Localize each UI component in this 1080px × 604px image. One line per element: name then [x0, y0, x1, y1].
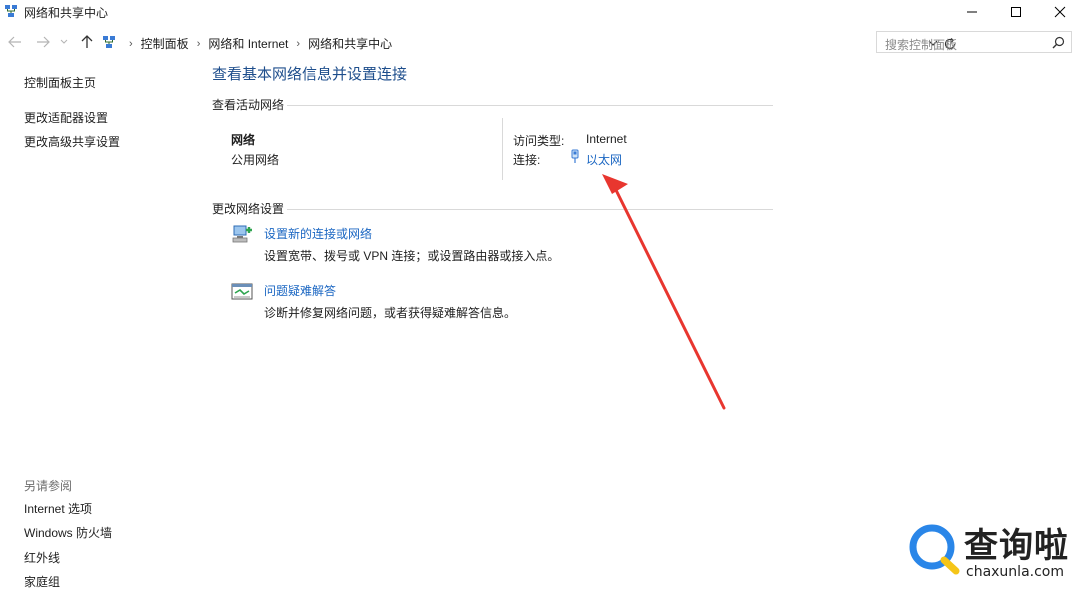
breadcrumb-network-internet[interactable]: 网络和 Internet — [208, 35, 288, 52]
forward-button[interactable] — [34, 31, 52, 53]
search-input[interactable]: 搜索控制面板 — [876, 31, 1072, 53]
setup-new-connection-description: 设置宽带、拨号或 VPN 连接；或设置路由器或接入点。 — [264, 249, 560, 263]
breadcrumb-separator-icon[interactable]: › — [129, 38, 133, 50]
access-type-value: Internet — [586, 132, 627, 146]
troubleshoot-description: 诊断并修复网络问题，或者获得疑难解答信息。 — [264, 306, 517, 320]
breadcrumb-separator-icon[interactable]: › — [197, 38, 201, 50]
see-also-windows-firewall[interactable]: Windows 防火墙 — [24, 524, 112, 541]
see-also-internet-options[interactable]: Internet 选项 — [24, 500, 92, 517]
recent-locations-chevron-icon[interactable] — [58, 31, 70, 53]
network-center-icon — [4, 4, 18, 18]
breadcrumb: › 控制面板 › 网络和 Internet › 网络和共享中心 — [121, 35, 392, 52]
watermark-chinese-text: 查询啦 — [964, 526, 1069, 566]
search-placeholder: 搜索控制面板 — [885, 38, 958, 52]
see-also-heading: 另请参阅 — [24, 479, 73, 493]
sidebar-item-advanced-sharing[interactable]: 更改高级共享设置 — [24, 133, 120, 150]
network-info-divider — [502, 118, 503, 180]
navigation-bar: › 控制面板 › 网络和 Internet › 网络和共享中心 搜索控制面板 — [0, 28, 1080, 56]
breadcrumb-network-sharing-center[interactable]: 网络和共享中心 — [308, 35, 392, 52]
annotation-arrow-icon — [602, 174, 726, 410]
watermark-logo: 查询啦 chaxunla.com — [906, 516, 1076, 586]
breadcrumb-separator-icon[interactable]: › — [296, 38, 300, 50]
troubleshoot-icon — [231, 282, 253, 302]
section-divider — [287, 105, 773, 106]
window-title: 网络和共享中心 — [24, 6, 109, 20]
breadcrumb-control-panel[interactable]: 控制面板 — [141, 35, 189, 52]
troubleshoot-link[interactable]: 问题疑难解答 — [264, 282, 336, 299]
watermark-domain-text: chaxunla.com — [966, 564, 1064, 580]
change-settings-heading: 更改网络设置 — [212, 202, 285, 216]
search-icon[interactable] — [1052, 36, 1065, 49]
active-networks-heading: 查看活动网络 — [212, 98, 285, 112]
connection-label: 连接: — [513, 153, 541, 167]
sidebar-item-control-panel-home[interactable]: 控制面板主页 — [24, 74, 96, 91]
setup-new-connection-link[interactable]: 设置新的连接或网络 — [264, 225, 372, 242]
network-type: 公用网络 — [231, 153, 280, 167]
network-name: 网络 — [231, 133, 256, 147]
watermark-q-icon — [909, 524, 960, 575]
page-title: 查看基本网络信息并设置连接 — [212, 66, 408, 83]
up-button[interactable] — [78, 31, 96, 53]
address-bar[interactable]: › 控制面板 › 网络和 Internet › 网络和共享中心 — [97, 31, 956, 53]
ethernet-icon — [570, 149, 580, 164]
maximize-button[interactable] — [994, 0, 1038, 24]
see-also-homegroup[interactable]: 家庭组 — [24, 573, 60, 590]
title-bar: 网络和共享中心 — [0, 0, 1080, 26]
back-button[interactable] — [6, 31, 24, 53]
control-panel-icon — [102, 35, 116, 49]
access-type-label: 访问类型: — [513, 134, 565, 148]
sidebar-item-adapter-settings[interactable]: 更改适配器设置 — [24, 109, 108, 126]
close-button[interactable] — [1038, 0, 1080, 24]
new-connection-icon — [231, 224, 253, 244]
see-also-infrared[interactable]: 红外线 — [24, 549, 60, 566]
minimize-button[interactable] — [950, 0, 994, 24]
